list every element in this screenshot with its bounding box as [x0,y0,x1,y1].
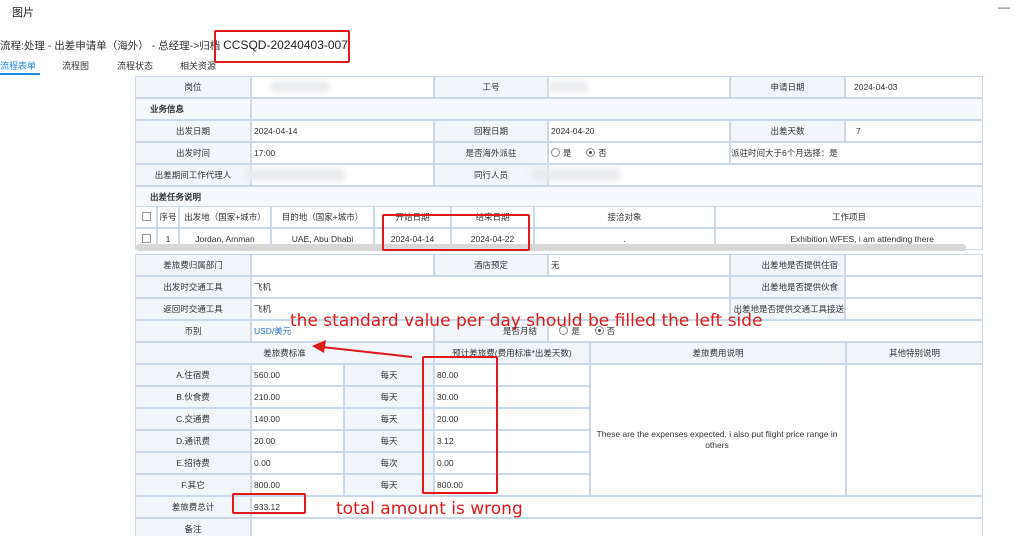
apply-date-label: 申请日期 [730,76,845,98]
expense-name: B.伙食费 [135,386,251,408]
currency-label: 币别 [135,320,251,342]
transport-provided-value[interactable] [845,298,983,320]
expense-standard[interactable]: 0.00 [251,452,344,474]
depart-date-value[interactable]: 2024-04-14 [251,120,434,142]
task-select-all-checkbox-cell [135,206,157,228]
over6-months-text: 派驻时间大于6个月选择：是 [730,142,983,164]
task-select-all-checkbox[interactable] [141,212,151,221]
expense-name: C.交通费 [135,408,251,430]
expense-unit: 每天 [344,408,434,430]
task-header-no: 序号 [157,206,179,228]
food-label: 出差地是否提供伙食 [730,276,845,298]
redacted-companion [530,168,620,181]
active-tab-indicator [0,73,40,75]
annotation-box-dates [382,214,530,251]
back-transport-label: 返回时交通工具 [135,298,251,320]
window-titlebar: 图片 — [0,0,1024,22]
position-label: 岗位 [135,76,251,98]
section-task-info: 出差任务说明 [135,186,983,208]
expense-standard[interactable]: 20.00 [251,430,344,452]
task-header-project: 工作项目 [715,206,983,228]
flow-title-text: 流程:处理 - 出差申请单（海外） - 总经理->归档 [0,40,221,52]
dept-label: 差旅费归属部门 [135,254,251,276]
expense-unit: 每次 [344,452,434,474]
hotel-label: 酒店预定 [434,254,548,276]
explain-header: 差旅费用说明 [590,342,846,364]
section-business-info: 业务信息 [135,98,251,120]
standard-header: 差旅费标准 [135,342,434,364]
expense-name: E.招待费 [135,452,251,474]
annotation-box-total [232,493,306,514]
expense-standard[interactable]: 140.00 [251,408,344,430]
overseas-yes-label: 是 [563,148,572,158]
trip-days-label: 出差天数 [730,120,845,142]
agent-label: 出差期间工作代理人 [135,164,251,186]
employee-id-label: 工号 [434,76,548,98]
expense-standard[interactable]: 210.00 [251,386,344,408]
go-transport-label: 出发时交通工具 [135,276,251,298]
task-header-to: 目的地（国家+城市） [271,206,374,228]
section-business-spacer [251,98,983,120]
annotation-box-estimates [422,356,498,494]
overseas-yes-radio[interactable] [551,148,560,157]
annotation-box-code [214,30,350,63]
task-header-contact: 接洽对象 [534,206,715,228]
food-value[interactable] [845,276,983,298]
tab-flow-status[interactable]: 流程状态 [117,59,153,72]
go-transport-value[interactable]: 飞机 [251,276,730,298]
minimize-button[interactable]: — [998,0,1010,14]
dept-value[interactable] [251,254,434,276]
task-header-from: 出发地（国家+城市） [179,206,271,228]
return-date-label: 回程日期 [434,120,548,142]
overseas-no-radio[interactable] [586,148,596,157]
tab-flow-form[interactable]: 流程表单 [0,59,36,72]
depart-time-label: 出发时间 [135,142,251,164]
redacted-employee-id [548,81,588,92]
expense-standard[interactable]: 560.00 [251,364,344,386]
apply-date-value: 2024-04-03 [845,76,983,98]
expense-unit: 每天 [344,386,434,408]
other-remarks-cell[interactable] [846,364,983,496]
redacted-position [270,81,330,92]
expense-explain-cell[interactable]: These are the expenses expected, i also … [590,364,846,496]
remark-label: 备注 [135,518,251,536]
tab-flow-chart[interactable]: 流程图 [62,59,89,72]
other-header: 其他特别说明 [846,342,983,364]
trip-days-value: 7 [845,120,983,142]
lodging-value[interactable] [845,254,983,276]
annotation-note-total: total amount is wrong [336,499,523,519]
expense-unit: 每天 [344,430,434,452]
depart-date-label: 出发日期 [135,120,251,142]
return-date-value[interactable]: 2024-04-20 [548,120,730,142]
expense-explain-text: These are the expenses expected, i also … [596,429,838,450]
expense-unit: 每天 [344,474,434,496]
lodging-label: 出差地是否提供住宿 [730,254,845,276]
depart-time-value[interactable]: 17:00 [251,142,434,164]
hotel-value: 无 [548,254,730,276]
remark-value[interactable] [251,518,983,536]
overseas-radio-group: 是 否 [548,142,730,164]
expense-unit: 每天 [344,364,434,386]
task-table-scrollbar[interactable] [136,244,966,251]
tab-related-resources[interactable]: 相关资源 [180,59,216,72]
expense-name: A.住宿费 [135,364,251,386]
redacted-agent [245,168,345,181]
annotation-note-standard: the standard value per day should be fil… [290,311,763,331]
overseas-label: 是否海外派驻 [434,142,548,164]
window-title: 图片 [12,7,34,19]
task-row-checkbox[interactable] [141,234,151,243]
overseas-no-label: 否 [598,148,607,158]
expense-name: D.通讯费 [135,430,251,452]
